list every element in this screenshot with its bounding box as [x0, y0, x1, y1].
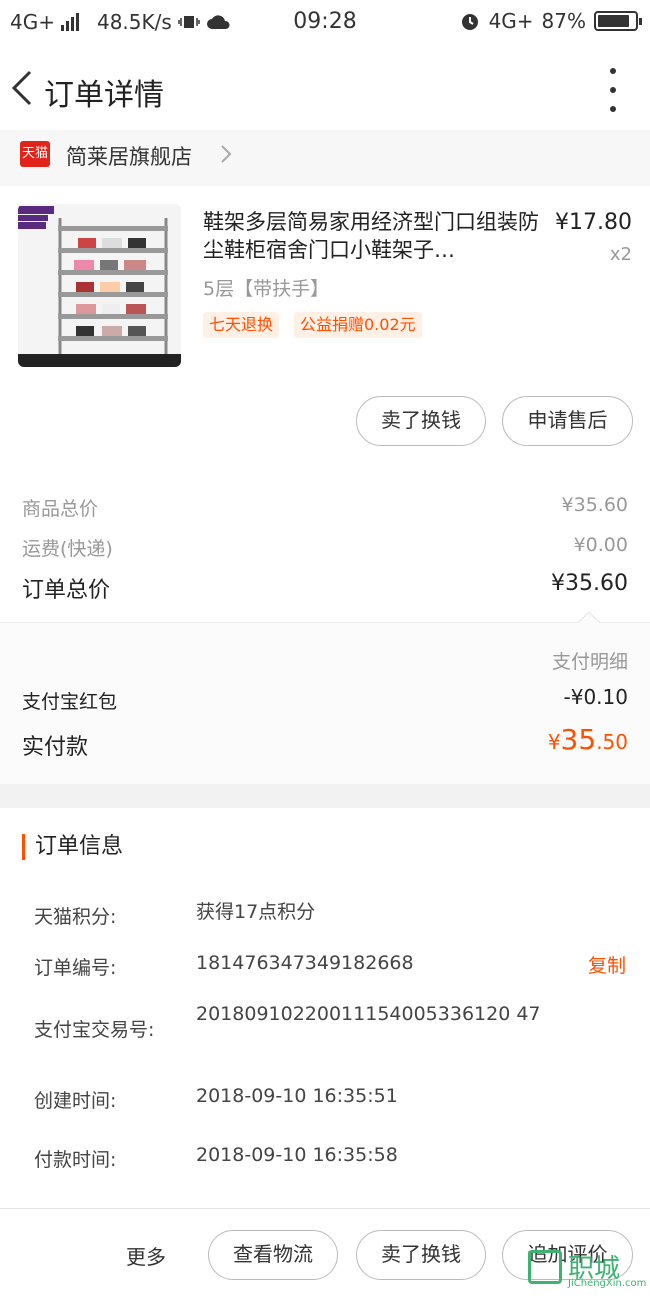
page-title: 订单详情 — [44, 78, 164, 113]
more-button[interactable]: 更多 — [126, 1241, 166, 1270]
order-info: 订单信息 天猫积分: 获得17点积分 订单编号: 181476347349182… — [0, 808, 650, 1208]
after-sale-button[interactable]: 申请售后 — [502, 396, 633, 446]
copy-button[interactable]: 复制 — [588, 951, 626, 978]
order-total-value: ¥35.60 — [551, 571, 628, 596]
created-time-value: 2018-09-10 16:35:51 — [196, 1085, 398, 1107]
sell-button-bottom[interactable]: 卖了换钱 — [356, 1230, 486, 1280]
alarm-icon — [461, 14, 478, 30]
created-time-label: 创建时间: — [34, 1090, 117, 1112]
redpacket-label: 支付宝红包 — [22, 691, 118, 713]
back-arrow-icon[interactable] — [8, 66, 36, 110]
watermark-sub: JiChengXin.com — [568, 1278, 647, 1289]
paid-currency: ¥ — [547, 730, 561, 754]
chevron-right-icon — [221, 145, 232, 163]
order-no-label: 订单编号: — [34, 957, 117, 979]
more-menu-icon[interactable] — [606, 68, 620, 112]
payment-detail: 支付明细 支付宝红包 -¥0.10 实付款 ¥35.50 — [0, 611, 650, 784]
tag-seven-day-return: 七天退换 — [203, 312, 280, 338]
product-card: 鞋架多层简易家用经济型门口组装防尘鞋柜宿舍门口小鞋架子… ¥17.80 x2 5… — [0, 186, 650, 480]
paid-int: 35 — [560, 723, 597, 756]
nav-bar: 订单详情 — [0, 46, 650, 130]
points-value: 获得17点积分 — [196, 901, 316, 923]
tmall-logo: 天猫 — [20, 141, 50, 167]
payment-detail-link[interactable]: 支付明细 — [552, 647, 628, 674]
alipay-no-value: 20180910220011154005336120 47 — [196, 1003, 541, 1025]
order-no-value: 181476347349182668 — [196, 952, 414, 974]
product-title[interactable]: 鞋架多层简易家用经济型门口组装防尘鞋柜宿舍门口小鞋架子… — [203, 208, 543, 264]
alipay-no-label: 支付宝交易号: — [34, 1019, 155, 1041]
tag-charity: 公益捐赠0.02元 — [294, 312, 422, 338]
paid-label: 实付款 — [22, 735, 89, 760]
paid-time-label: 付款时间: — [34, 1149, 117, 1171]
product-spec: 5层【带扶手】 — [203, 278, 330, 300]
goods-total-label: 商品总价 — [22, 498, 99, 520]
order-info-title: 订单信息 — [22, 834, 123, 860]
shoe-rack-image — [18, 204, 181, 367]
battery-fill — [598, 15, 629, 27]
battery-percent: 87% — [541, 9, 586, 33]
paid-amount: ¥35.50 — [548, 723, 628, 756]
product-image[interactable] — [18, 204, 181, 367]
product-price: ¥17.80 — [555, 210, 632, 235]
order-total-label: 订单总价 — [22, 578, 111, 603]
paid-dec: .50 — [596, 730, 628, 754]
battery-icon — [594, 11, 642, 31]
shipping-label: 运费(快递) — [22, 538, 113, 560]
sell-button[interactable]: 卖了换钱 — [356, 396, 486, 446]
paid-time-value: 2018-09-10 16:35:58 — [196, 1144, 398, 1166]
store-row[interactable]: 天猫 简莱居旗舰店 — [0, 130, 650, 186]
status-bar: 4G+ 48.5K/s 09:28 4G+ 87% — [0, 0, 650, 46]
points-label: 天猫积分: — [34, 906, 117, 928]
caret-up-icon — [578, 611, 600, 623]
redpacket-value: -¥0.10 — [563, 685, 628, 709]
view-logistics-button[interactable]: 查看物流 — [208, 1230, 338, 1280]
shipping-value: ¥0.00 — [573, 534, 628, 556]
watermark-logo — [528, 1250, 562, 1284]
price-summary: 商品总价 ¥35.60 运费(快递) ¥0.00 订单总价 ¥35.60 — [0, 480, 650, 622]
network-label-right: 4G+ — [488, 9, 534, 33]
status-right: 4G+ 87% — [459, 9, 642, 33]
product-quantity: x2 — [609, 244, 632, 265]
goods-total-value: ¥35.60 — [561, 494, 628, 516]
store-name[interactable]: 简莱居旗舰店 — [66, 141, 192, 171]
watermark: 职城 JiChengXin.com — [528, 1248, 648, 1292]
